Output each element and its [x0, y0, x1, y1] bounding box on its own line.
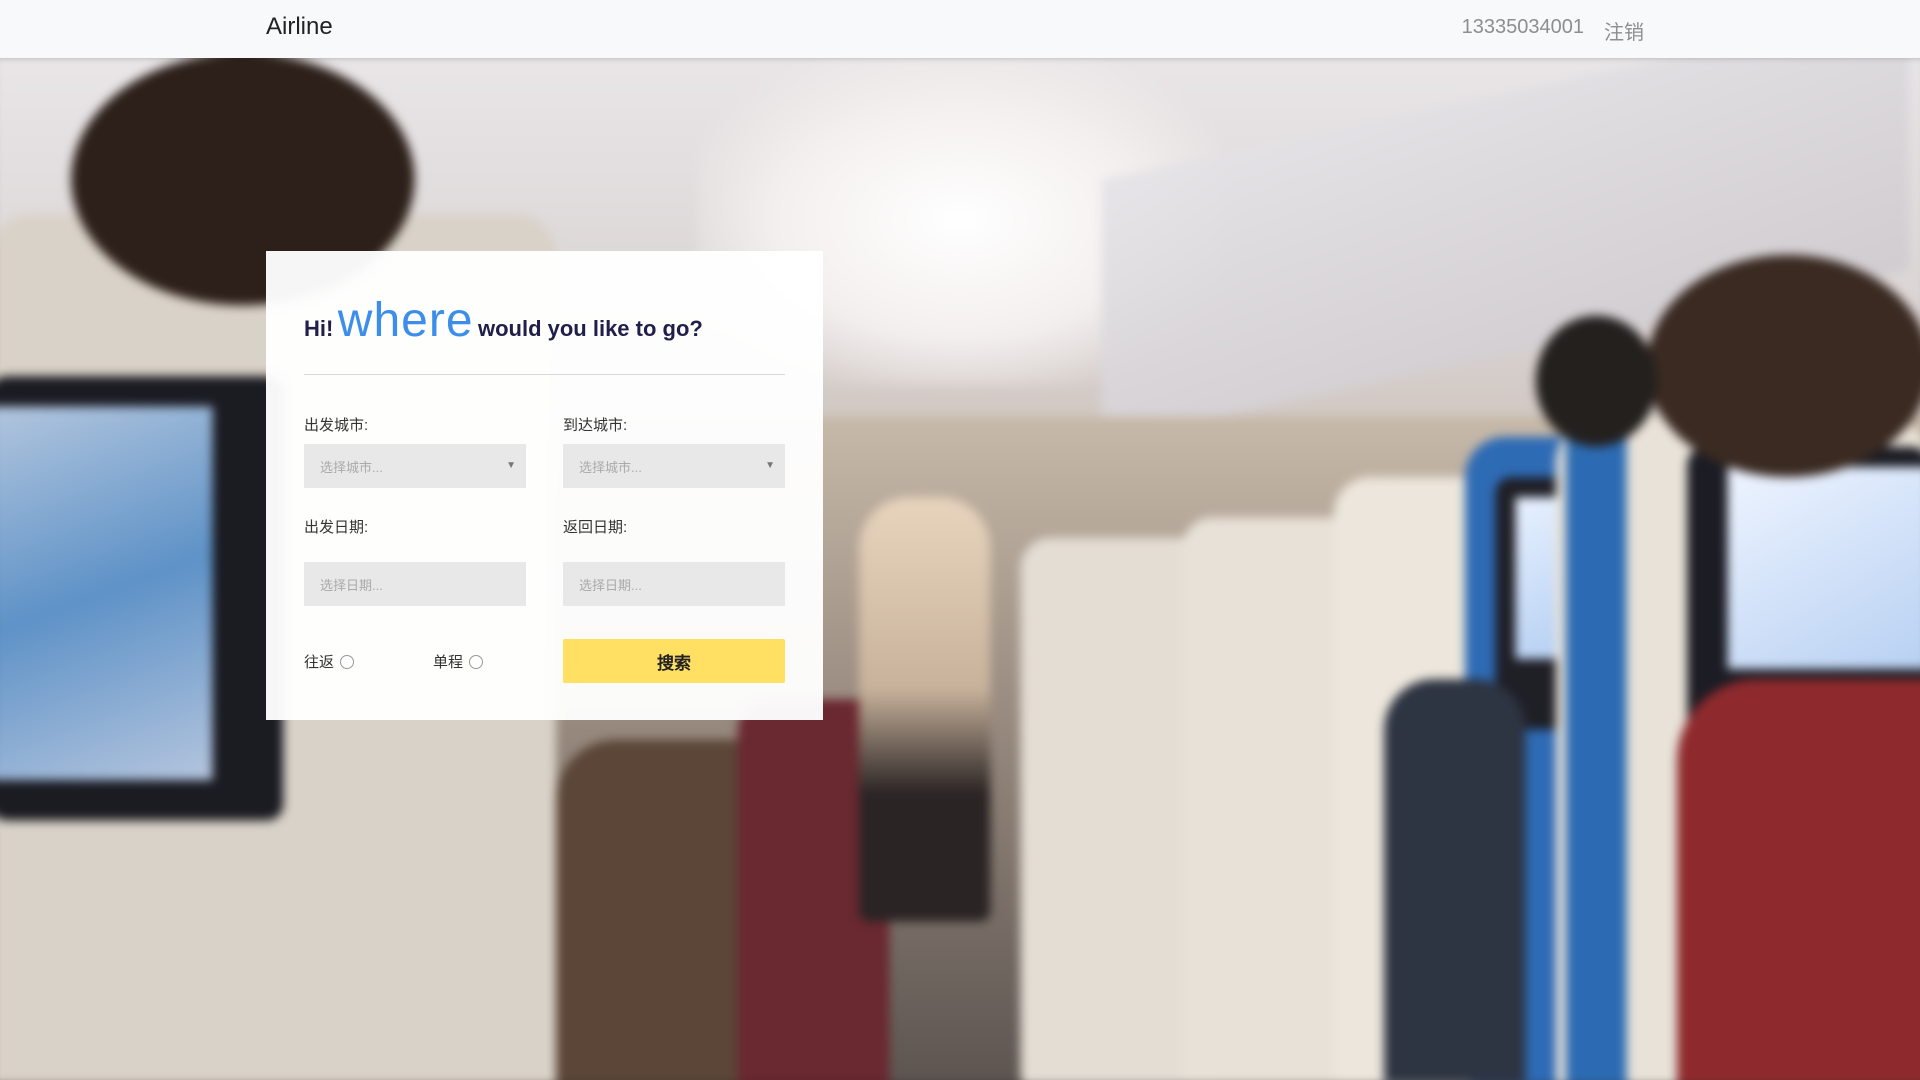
heading-where: where	[337, 294, 474, 347]
logout-link[interactable]: 注销	[1604, 16, 1644, 45]
one-way-label: 单程	[433, 654, 464, 671]
heading-hi: Hi!	[304, 316, 334, 341]
round-trip-option[interactable]: 往返	[304, 651, 355, 672]
depart-city-value: 选择城市...	[320, 459, 383, 475]
depart-city-select[interactable]: 选择城市... ▼	[304, 444, 526, 488]
chevron-down-icon: ▼	[765, 460, 775, 471]
return-date-label: 返回日期:	[563, 519, 628, 536]
top-navbar: Airline 13335034001 注销	[0, 0, 1920, 58]
round-trip-radio[interactable]	[340, 654, 355, 669]
heading-divider	[304, 374, 785, 375]
one-way-option[interactable]: 单程	[433, 651, 484, 672]
heading-rest: would you like to go?	[477, 316, 703, 341]
depart-date-label: 出发日期:	[304, 519, 369, 536]
depart-date-placeholder: 选择日期...	[320, 577, 383, 593]
return-date-placeholder: 选择日期...	[579, 577, 642, 593]
arrive-city-value: 选择城市...	[579, 459, 642, 475]
brand-link[interactable]: Airline	[266, 13, 333, 41]
arrive-city-label: 到达城市:	[563, 417, 628, 434]
one-way-radio[interactable]	[469, 654, 484, 669]
round-trip-label: 往返	[304, 654, 335, 671]
flight-search-card: Hi! where would you like to go? 出发城市: 到达…	[266, 251, 823, 720]
search-heading: Hi! where would you like to go?	[304, 293, 703, 348]
return-date-input[interactable]: 选择日期...	[563, 562, 785, 606]
depart-city-label: 出发城市:	[304, 417, 369, 434]
chevron-down-icon: ▼	[506, 460, 516, 471]
search-button[interactable]: 搜索	[563, 639, 785, 683]
user-phone-link[interactable]: 13335034001	[1462, 16, 1584, 45]
depart-date-input[interactable]: 选择日期...	[304, 562, 526, 606]
arrive-city-select[interactable]: 选择城市... ▼	[563, 444, 785, 488]
nav-user-area: 13335034001 注销	[1462, 16, 1644, 45]
